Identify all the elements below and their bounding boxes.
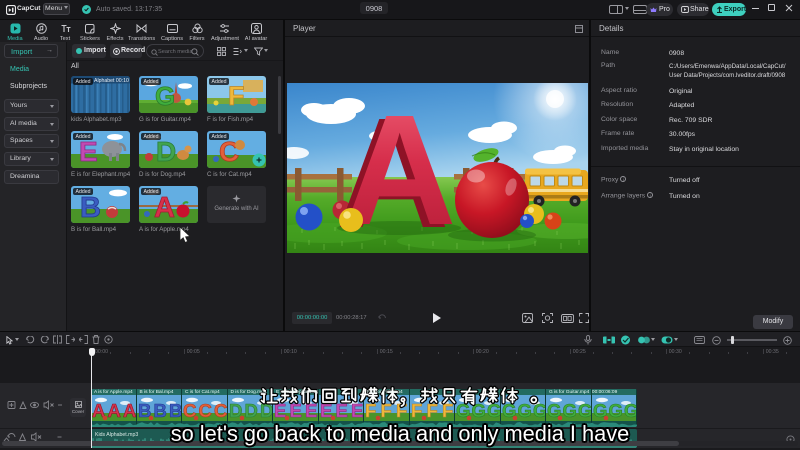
svg-text:C: C — [214, 400, 227, 421]
svg-text:C: C — [219, 136, 239, 167]
svg-text:G: G — [624, 400, 638, 421]
svg-text:A: A — [154, 192, 175, 223]
svg-text:A: A — [108, 400, 121, 421]
svg-text:B: B — [153, 400, 166, 421]
svg-text:B: B — [80, 192, 101, 223]
svg-text:A: A — [123, 400, 136, 421]
svg-text:D: D — [156, 136, 176, 167]
svg-text:G: G — [155, 81, 175, 111]
svg-text:G: G — [608, 400, 622, 421]
svg-text:C: C — [199, 400, 212, 421]
svg-text:Alphabet 00:10: Alphabet 00:10 — [94, 78, 129, 84]
svg-text:G: G — [578, 400, 592, 421]
svg-text:E: E — [79, 136, 98, 167]
svg-text:F: F — [228, 81, 245, 111]
svg-text:G: G — [563, 400, 577, 421]
svg-text:B: B — [169, 400, 182, 421]
